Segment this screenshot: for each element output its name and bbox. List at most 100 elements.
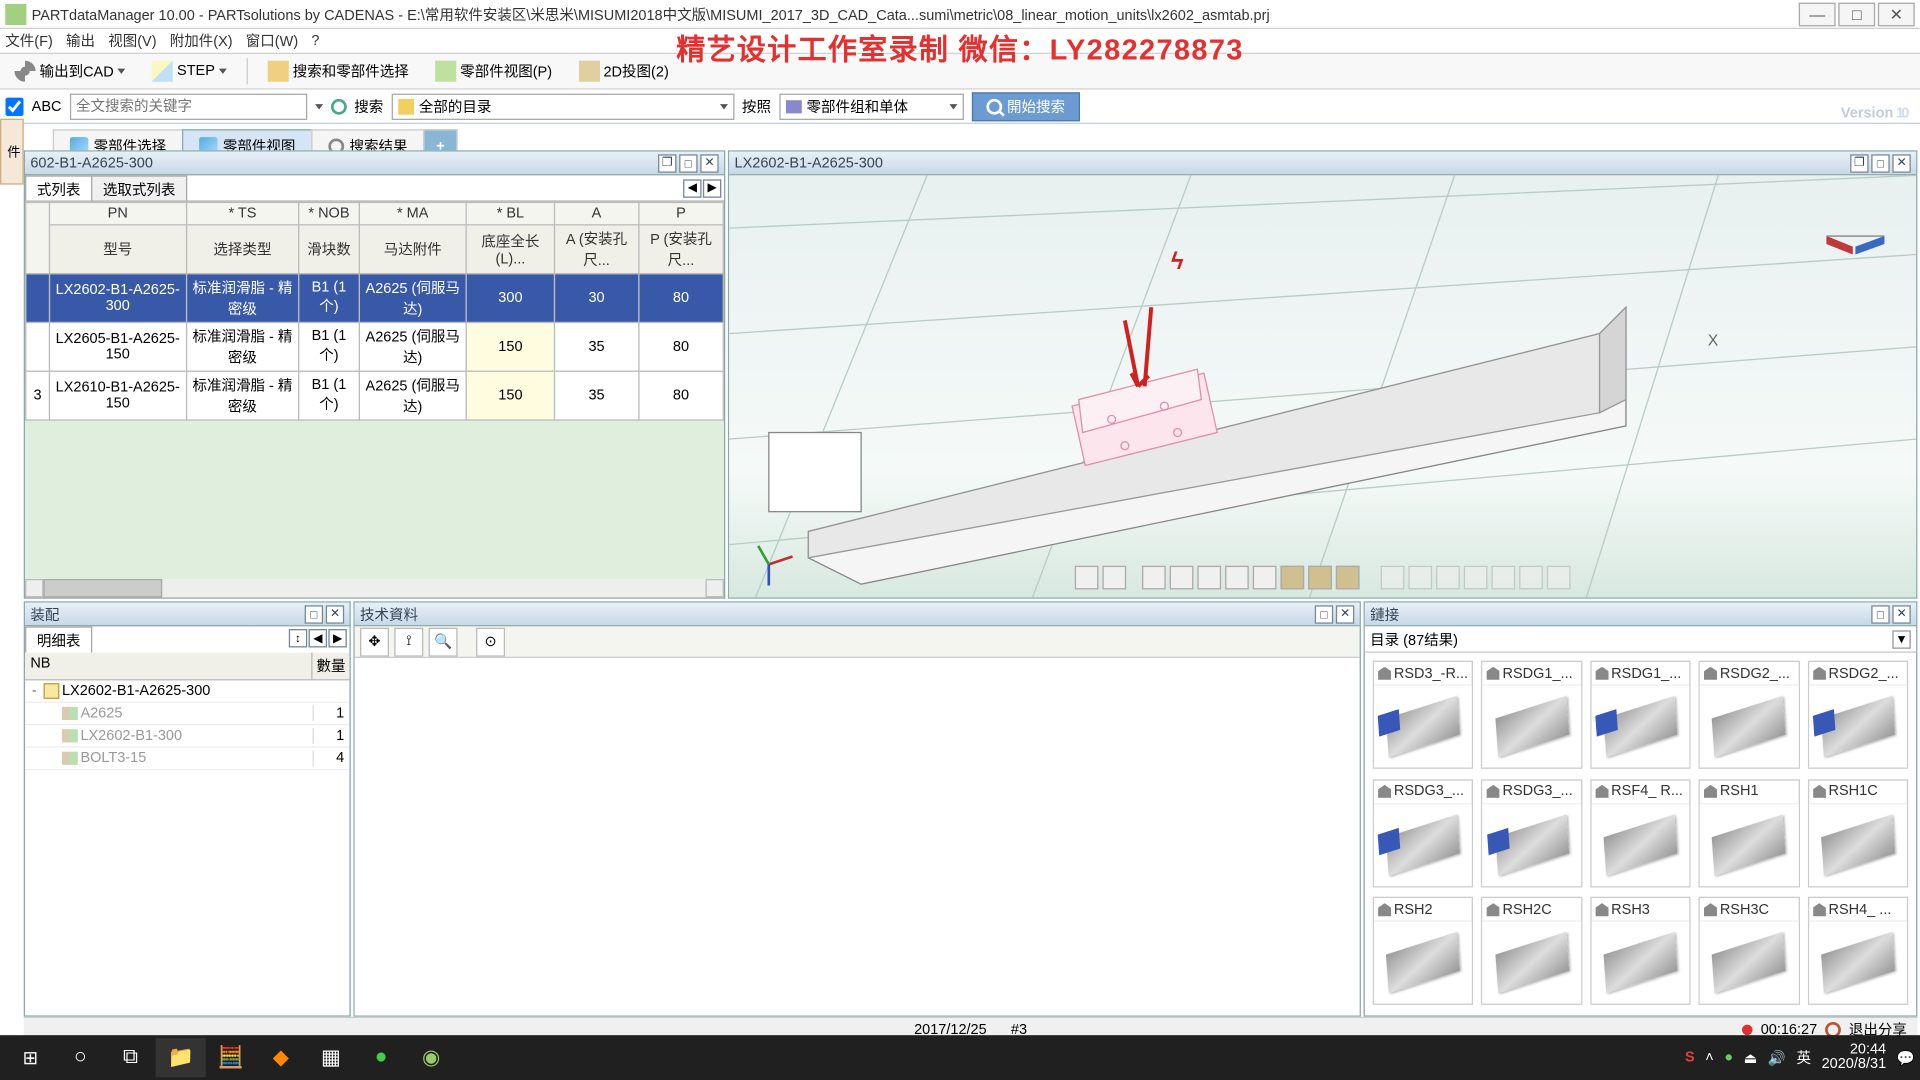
link-thumb[interactable]: RSH1C	[1807, 779, 1908, 887]
tray-sogou-icon[interactable]: S	[1685, 1050, 1695, 1066]
caret-down-icon[interactable]	[315, 104, 323, 109]
col-nob[interactable]: * NOB	[299, 202, 359, 224]
link-thumb[interactable]: RSH4_ ...	[1807, 897, 1908, 1005]
asm-tab-bom[interactable]: 明细表	[25, 626, 92, 652]
table-row[interactable]: 3 LX2610-B1-A2625-150 标准润滑脂 - 精密级 B1 (1个…	[26, 371, 724, 420]
vtool-shade1-icon[interactable]	[1280, 566, 1304, 590]
vtool-shade3-icon[interactable]	[1336, 566, 1360, 590]
link-thumb[interactable]: RSH2C	[1481, 897, 1582, 1005]
table-row[interactable]: LX2602-B1-A2625-300 标准润滑脂 - 精密级 B1 (1个) …	[26, 274, 724, 323]
vtool-section3-icon[interactable]	[1436, 566, 1460, 590]
partdata-icon[interactable]: ◉	[406, 1038, 456, 1078]
tray-eject-icon[interactable]: ⏏	[1744, 1049, 1758, 1066]
panel-close-icon[interactable]: ✕	[1892, 154, 1910, 172]
link-thumb[interactable]: RSDG1_...	[1590, 661, 1691, 769]
col-ma[interactable]: * MA	[359, 202, 466, 224]
close-button[interactable]: ✕	[1878, 2, 1915, 26]
start-search-button[interactable]: 開始捜索	[971, 92, 1079, 121]
link-thumb[interactable]: RSDG3_...	[1481, 779, 1582, 887]
panel-restore-icon[interactable]: ❐	[658, 154, 676, 172]
panel-close-icon[interactable]: ✕	[326, 605, 344, 623]
panel-max-icon[interactable]: □	[1871, 154, 1889, 172]
refresh-icon[interactable]	[330, 98, 346, 114]
vtool-pan-icon[interactable]	[1197, 566, 1221, 590]
menu-window[interactable]: 窗口(W)	[246, 30, 298, 51]
calc-icon[interactable]: 🧮	[206, 1038, 256, 1078]
link-thumb[interactable]: RSH2	[1373, 897, 1474, 1005]
taskview-icon[interactable]: ⧉	[105, 1038, 155, 1078]
h-scrollbar[interactable]	[25, 579, 724, 597]
app1-icon[interactable]: ◆	[256, 1038, 306, 1078]
cortana-icon[interactable]: ○	[55, 1038, 105, 1078]
tree-node[interactable]: A2625 1	[25, 703, 349, 725]
scroll-right-icon[interactable]: ▶	[328, 629, 346, 647]
search-select-button[interactable]: 搜索和零部件选择	[258, 58, 418, 84]
subtab-select-list[interactable]: 选取式列表	[91, 175, 187, 200]
tray-chevron-icon[interactable]: ˄	[1705, 1050, 1713, 1066]
link-thumb[interactable]: RSH3C	[1699, 897, 1800, 1005]
fulltext-checkbox[interactable]	[5, 97, 23, 115]
menu-output[interactable]: 输出	[66, 30, 95, 51]
step-button[interactable]: STEP	[143, 58, 236, 84]
scroll-left-icon[interactable]: ◀	[683, 179, 701, 197]
col-a[interactable]: A	[554, 202, 638, 224]
vtool-section6-icon[interactable]	[1519, 566, 1543, 590]
scroll-left-icon[interactable]: ◀	[309, 629, 327, 647]
table-row[interactable]: LX2605-B1-A2625-150 标准润滑脂 - 精密级 B1 (1个) …	[26, 322, 724, 371]
vtool-section4-icon[interactable]	[1464, 566, 1488, 590]
panel-close-icon[interactable]: ✕	[1336, 605, 1354, 623]
panel-restore-icon[interactable]: □	[1871, 605, 1889, 623]
keyword-input[interactable]	[69, 93, 306, 119]
link-thumb[interactable]: RSDG3_...	[1373, 779, 1474, 887]
menu-file[interactable]: 文件(F)	[5, 30, 53, 51]
app2-icon[interactable]: ▦	[306, 1038, 356, 1078]
link-thumb[interactable]: RSH3	[1590, 897, 1691, 1005]
tech-move-icon[interactable]: ✥	[360, 627, 389, 656]
tech-measure-icon[interactable]: ⟟	[394, 627, 423, 656]
link-thumb[interactable]: RSDG2_...	[1807, 661, 1908, 769]
vtool-box-icon[interactable]	[1102, 566, 1126, 590]
catalog-dropdown-icon[interactable]: ▾	[1892, 630, 1910, 648]
col-pn[interactable]: PN	[49, 202, 186, 224]
link-thumb[interactable]: RSD3_-R...	[1373, 661, 1474, 769]
link-thumb[interactable]: RSF4_ R...	[1590, 779, 1691, 887]
tree-node[interactable]: - LX2602-B1-A2625-300	[25, 680, 349, 702]
part-view-button[interactable]: 零部件视图(P)	[426, 58, 561, 84]
tree-node[interactable]: BOLT3-15 4	[25, 748, 349, 770]
taskbar-clock[interactable]: 20:44 2020/8/31	[1822, 1043, 1887, 1072]
directory-select[interactable]: 全部的目录	[391, 93, 734, 119]
link-thumb[interactable]: RSDG1_...	[1481, 661, 1582, 769]
vtool-cube-icon[interactable]	[1075, 566, 1099, 590]
panel-max-icon[interactable]: □	[679, 154, 697, 172]
asm-col-qty[interactable]: 數量	[313, 653, 350, 679]
tray-status-icon[interactable]: ●	[1724, 1050, 1733, 1066]
tray-notifications-icon[interactable]: 💬	[1897, 1049, 1915, 1066]
export-cad-button[interactable]: 输出到CAD	[5, 58, 135, 84]
link-thumb[interactable]: RSH1	[1699, 779, 1800, 887]
panel-restore-icon[interactable]: ❐	[1850, 154, 1868, 172]
link-thumb[interactable]: RSDG2_...	[1699, 661, 1800, 769]
vtool-section2-icon[interactable]	[1408, 566, 1432, 590]
asm-col-nb[interactable]: NB	[25, 653, 312, 679]
col-p[interactable]: P	[639, 202, 724, 224]
explorer-icon[interactable]: 📁	[156, 1038, 206, 1078]
vtool-zoom-icon[interactable]	[1142, 566, 1166, 590]
panel-restore-icon[interactable]: □	[1315, 605, 1333, 623]
stereo-glasses-icon[interactable]	[1824, 223, 1890, 257]
subtab-list[interactable]: 式列表	[25, 175, 92, 200]
tree-node[interactable]: LX2602-B1-300 1	[25, 725, 349, 747]
scroll-right-icon[interactable]: ▶	[703, 179, 721, 197]
panel-restore-icon[interactable]: □	[305, 605, 323, 623]
tech-zoom-icon[interactable]: 🔍	[429, 627, 458, 656]
menu-addin[interactable]: 附加件(X)	[170, 30, 233, 51]
panel-close-icon[interactable]: ✕	[1892, 605, 1910, 623]
vtool-wireframe-icon[interactable]	[1253, 566, 1277, 590]
tray-volume-icon[interactable]: 🔊	[1768, 1049, 1786, 1066]
vtool-section7-icon[interactable]	[1547, 566, 1571, 590]
maximize-button[interactable]: □	[1838, 2, 1875, 26]
tray-ime-icon[interactable]: 英	[1797, 1047, 1812, 1068]
side-tab[interactable]: 件	[0, 119, 24, 185]
scroll-left-button[interactable]	[25, 579, 43, 597]
3d-viewport[interactable]: ϟ X	[729, 175, 1916, 597]
menu-view[interactable]: 视图(V)	[108, 30, 156, 51]
